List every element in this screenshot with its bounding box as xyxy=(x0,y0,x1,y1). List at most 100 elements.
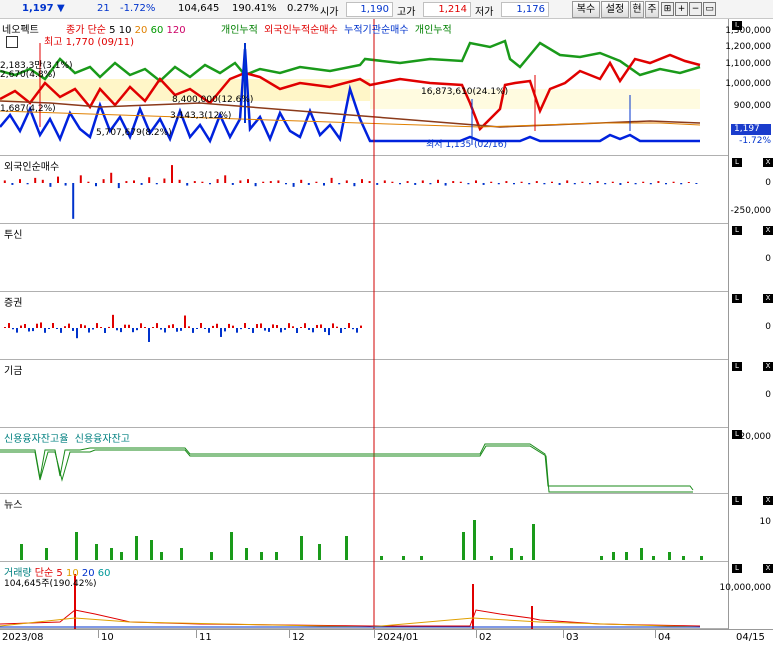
panel-control-icon[interactable]: L xyxy=(732,158,742,167)
close-icon[interactable]: X xyxy=(763,294,773,303)
price-change-pct: -1.72% xyxy=(120,3,156,14)
panel-title-credit: 신용융자잔고율 신용융자잔고 xyxy=(4,430,130,445)
securities-bar xyxy=(92,328,94,330)
securities-panel[interactable]: 증권 xyxy=(0,292,728,360)
foreign-bar xyxy=(589,183,591,185)
foreign-bar xyxy=(72,183,75,219)
foreign-bar xyxy=(657,181,660,183)
securities-bar xyxy=(348,323,350,328)
trust-panel[interactable]: 투신 xyxy=(0,224,728,292)
annotation-4: 8,400,000(12.6%) xyxy=(172,95,254,105)
securities-bar xyxy=(140,323,142,328)
ma-legend-120: 120 xyxy=(166,25,186,36)
foreign-bar xyxy=(57,176,59,183)
news-bar xyxy=(135,536,138,560)
credit-panel[interactable]: 신용융자잔고율 신용융자잔고 xyxy=(0,428,728,494)
foreign-bar xyxy=(596,181,599,183)
legend-individual: 개인누적 xyxy=(221,25,258,36)
credit-axis: L 20,000 xyxy=(728,428,773,494)
low-note: 최저 1,135 (02/16) xyxy=(426,140,508,150)
foreign-bar xyxy=(497,183,500,185)
news-bar xyxy=(300,536,303,560)
news-bar xyxy=(210,552,213,560)
close-icon[interactable]: X xyxy=(763,362,773,371)
legend-foreign: 외국인누적순매수 xyxy=(264,25,338,36)
foreign-bar xyxy=(528,183,531,185)
multi-button[interactable]: 복수 xyxy=(572,1,600,18)
securities-bar xyxy=(32,328,34,332)
panel-control-icon[interactable]: L xyxy=(732,362,742,371)
zoom-out-icon[interactable]: − xyxy=(689,2,702,16)
volume-panel[interactable]: 거래량 단순 5 10 20 60 104,645주(190.42%) xyxy=(0,562,728,629)
news-panel[interactable]: 뉴스 xyxy=(0,494,728,562)
securities-bar xyxy=(132,328,134,333)
news-bar xyxy=(462,532,465,560)
foreign-bar xyxy=(459,181,462,183)
x-label: 2023/08 xyxy=(2,632,44,643)
foreign-bar xyxy=(475,180,477,183)
zoom-in-icon[interactable]: + xyxy=(675,2,688,16)
foreign-bar xyxy=(41,179,44,183)
securities-bar xyxy=(260,323,262,328)
foreign-bar xyxy=(186,183,189,186)
close-icon[interactable]: X xyxy=(763,564,773,573)
securities-bar xyxy=(24,324,26,328)
securities-bar xyxy=(228,323,230,328)
foreign-bar xyxy=(566,180,569,183)
foreign-bar xyxy=(665,183,667,185)
news-bar xyxy=(652,556,655,560)
foreign-bar xyxy=(391,181,394,183)
foreign-bar xyxy=(3,180,6,183)
news-bar xyxy=(700,556,703,560)
settings-button[interactable]: 설정 xyxy=(601,1,629,18)
securities-bar xyxy=(104,328,106,333)
x-label: 02 xyxy=(479,632,492,643)
close-icon[interactable]: X xyxy=(763,226,773,235)
fund-chart-svg xyxy=(373,360,375,428)
foreign-panel[interactable]: 외국인순매수 xyxy=(0,156,728,224)
foreign-bar xyxy=(543,183,546,185)
foreign-bar xyxy=(482,183,485,185)
news-bar xyxy=(420,556,423,560)
low-value: 1,176 xyxy=(501,2,549,17)
foreign-bar xyxy=(79,175,82,183)
foreign-bar xyxy=(11,183,14,185)
panel-title-news: 뉴스 xyxy=(4,500,23,511)
foreign-bar xyxy=(619,183,622,185)
news-bar xyxy=(473,520,476,560)
grid-icon[interactable]: ⊞ xyxy=(661,2,674,16)
close-icon[interactable]: X xyxy=(763,158,773,167)
foreign-bar xyxy=(383,180,386,183)
securities-bar xyxy=(216,323,218,328)
close-icon[interactable]: X xyxy=(763,496,773,505)
panel-control-icon[interactable]: L xyxy=(732,496,742,505)
foreign-bar xyxy=(604,183,607,185)
foreign-bar xyxy=(490,181,493,183)
panel-control-icon[interactable]: L xyxy=(732,294,742,303)
price-panel[interactable]: 네오펙트 종가 단순 5 10 20 60 120 개인누적 외국인누적순매수 … xyxy=(0,19,728,156)
securities-bar xyxy=(180,328,182,331)
panel-control-icon[interactable]: L xyxy=(732,564,742,573)
foreign-bar xyxy=(535,181,538,183)
volume-axis: L X 10,000,000 xyxy=(719,562,773,629)
foreign-bar xyxy=(406,181,409,183)
stock-button[interactable]: 주 xyxy=(645,1,659,18)
y-tick: 1,200,000 xyxy=(725,42,771,52)
securities-bar xyxy=(96,323,98,328)
checkbox-icon[interactable] xyxy=(6,36,18,48)
panel-title-trust: 투신 xyxy=(4,230,23,241)
current-button[interactable]: 현 xyxy=(630,1,644,18)
news-bar xyxy=(640,548,643,560)
foreign-bar xyxy=(254,183,257,187)
window-icon[interactable]: ▭ xyxy=(703,2,716,16)
securities-bar xyxy=(256,324,258,328)
securities-bar xyxy=(8,323,10,328)
panel-control-icon[interactable]: L xyxy=(732,226,742,235)
annotation-3: 1,687(4,2%) xyxy=(0,104,56,114)
fund-panel[interactable]: 기금 xyxy=(0,360,728,428)
foreign-bar xyxy=(421,180,424,183)
news-bar xyxy=(625,552,628,560)
annotation-6: 5,707,679(8.2%) xyxy=(96,128,172,138)
securities-bar xyxy=(200,323,202,328)
foreign-bar xyxy=(687,182,690,183)
